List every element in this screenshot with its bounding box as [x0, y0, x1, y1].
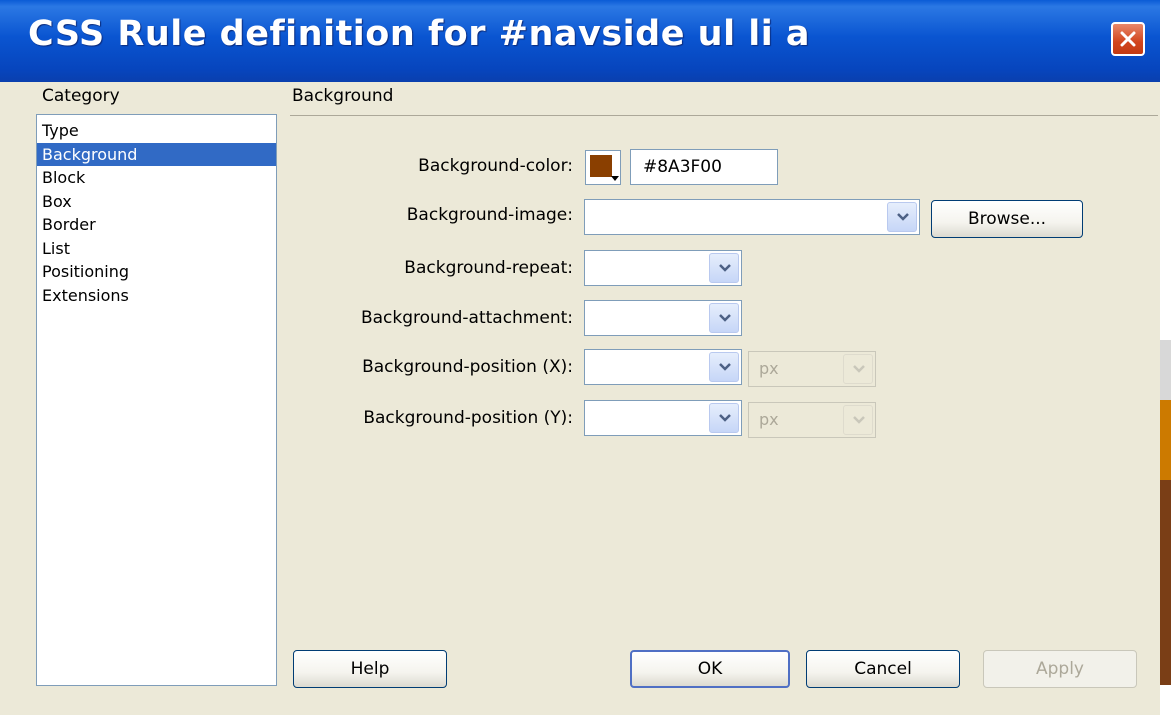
- background-position-y-dropdown[interactable]: [709, 403, 739, 433]
- category-list[interactable]: Type Background Block Box Border List Po…: [36, 114, 277, 686]
- chevron-down-icon: [719, 414, 731, 422]
- background-image-label: Background-image:: [406, 205, 573, 225]
- background-position-y-label: Background-position (Y):: [363, 408, 573, 428]
- background-window-edge: [1160, 0, 1171, 715]
- color-swatch: [590, 155, 612, 177]
- background-position-x-unit-dropdown: [843, 354, 873, 384]
- chevron-down-icon: [897, 213, 909, 221]
- category-item-block[interactable]: Block: [37, 166, 276, 190]
- close-icon: [1120, 31, 1136, 47]
- heading-divider: [290, 115, 1158, 116]
- background-position-x-unit: px: [759, 359, 779, 378]
- edge-band: [1160, 400, 1171, 480]
- background-position-y-unit: px: [759, 410, 779, 429]
- category-item-positioning[interactable]: Positioning: [37, 260, 276, 284]
- background-position-y-unit-select: px: [748, 402, 876, 438]
- background-color-input[interactable]: #8A3F00: [630, 149, 778, 185]
- category-item-type[interactable]: Type: [37, 119, 276, 143]
- apply-button: Apply: [983, 650, 1137, 688]
- window-title: CSS Rule definition for #navside ul li a: [28, 14, 811, 54]
- panel-heading: Background: [292, 86, 394, 106]
- ok-button[interactable]: OK: [630, 650, 790, 688]
- help-button[interactable]: Help: [293, 650, 447, 688]
- background-image-combo[interactable]: [584, 199, 920, 235]
- background-position-x-unit-select: px: [748, 351, 876, 387]
- category-item-background[interactable]: Background: [37, 142, 276, 166]
- background-position-y-input[interactable]: [584, 400, 742, 436]
- close-button[interactable]: [1111, 22, 1145, 56]
- background-attachment-dropdown[interactable]: [709, 303, 739, 333]
- background-position-x-label: Background-position (X):: [362, 357, 573, 377]
- chevron-down-icon: [853, 365, 865, 373]
- title-bar[interactable]: CSS Rule definition for #navside ul li a: [0, 0, 1160, 82]
- category-item-box[interactable]: Box: [37, 190, 276, 214]
- edge-band: [1160, 340, 1171, 400]
- chevron-down-icon: [719, 363, 731, 371]
- cancel-button[interactable]: Cancel: [806, 650, 960, 688]
- chevron-down-icon: [853, 416, 865, 424]
- edge-band: [1160, 480, 1171, 685]
- browse-button[interactable]: Browse...: [931, 200, 1083, 238]
- background-attachment-select[interactable]: [584, 300, 742, 336]
- color-picker-button[interactable]: [585, 150, 621, 185]
- background-repeat-label: Background-repeat:: [404, 258, 573, 278]
- background-repeat-select[interactable]: [584, 250, 742, 286]
- dropdown-arrow-icon: [611, 176, 619, 181]
- background-position-x-input[interactable]: [584, 349, 742, 385]
- background-attachment-label: Background-attachment:: [360, 308, 573, 328]
- chevron-down-icon: [719, 264, 731, 272]
- css-rule-dialog: CSS Rule definition for #navside ul li a…: [0, 0, 1160, 715]
- background-position-y-unit-dropdown: [843, 405, 873, 435]
- category-item-extensions[interactable]: Extensions: [37, 284, 276, 308]
- background-repeat-dropdown[interactable]: [709, 253, 739, 283]
- background-image-dropdown[interactable]: [887, 202, 917, 232]
- category-item-border[interactable]: Border: [37, 213, 276, 237]
- chevron-down-icon: [719, 314, 731, 322]
- category-label: Category: [42, 86, 120, 106]
- background-color-label: Background-color:: [418, 156, 573, 176]
- background-position-x-dropdown[interactable]: [709, 352, 739, 382]
- category-item-list[interactable]: List: [37, 237, 276, 261]
